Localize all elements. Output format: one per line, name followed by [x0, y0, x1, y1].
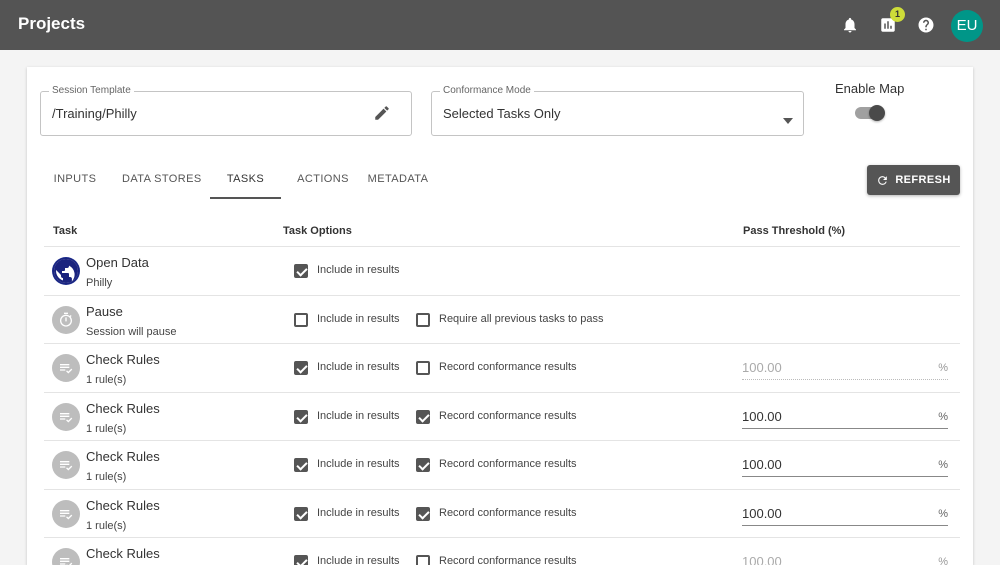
- refresh-button[interactable]: REFRESH: [867, 165, 960, 195]
- task-name: Open Data: [86, 255, 149, 270]
- task-name: Check Rules: [86, 546, 160, 561]
- pass-threshold-input[interactable]: 100.00 %: [742, 552, 948, 565]
- include-in-results-label: Include in results: [317, 458, 400, 470]
- rules-icon: [52, 451, 80, 479]
- enable-map-toggle[interactable]: [855, 105, 885, 121]
- pass-threshold-input[interactable]: 100.00 %: [742, 504, 948, 526]
- pass-threshold-value: 100.00: [742, 408, 782, 424]
- task-subtitle: 1 rule(s): [86, 374, 127, 386]
- percent-suffix: %: [938, 410, 948, 423]
- task-name: Check Rules: [86, 352, 160, 367]
- bell-icon[interactable]: [838, 13, 862, 37]
- task-name: Check Rules: [86, 497, 160, 513]
- table-row: Open Data Philly Include in results: [44, 246, 960, 295]
- task-name: Check Rules: [86, 400, 160, 416]
- table-row: Pause Session will pause Include in result…: [44, 294, 960, 344]
- tab-data-stores[interactable]: DATA STORES: [122, 165, 201, 199]
- refresh-icon: [878, 175, 888, 185]
- session-template-field[interactable]: Session Template /Training/Philly: [40, 85, 412, 136]
- percent-suffix: %: [938, 459, 948, 471]
- include-in-results-checkbox[interactable]: [294, 458, 308, 472]
- task-subtitle: 1 rule(s): [86, 519, 127, 532]
- task-name: Check Rules: [86, 449, 160, 464]
- col-options-header: Task Options: [283, 225, 352, 237]
- include-in-results-label: Include in results: [317, 506, 400, 519]
- pass-threshold-value: 100.00: [742, 554, 782, 565]
- task-table: Open Data Philly Include in results Pause Se…: [27, 246, 973, 565]
- task-subtitle: Session will pause: [86, 325, 177, 338]
- task-subtitle: 1 rule(s): [86, 422, 127, 435]
- include-in-results-label: Include in results: [317, 555, 400, 565]
- task-name: Pause: [86, 303, 123, 319]
- include-in-results-label: Include in results: [317, 264, 400, 276]
- rules-icon: [52, 402, 80, 431]
- tab-tasks[interactable]: TASKS: [210, 165, 281, 199]
- task-subtitle: 1 rule(s): [86, 471, 127, 483]
- table-header: Task Task Options Pass Threshold (%): [27, 225, 973, 247]
- option2-checkbox[interactable]: [416, 555, 430, 565]
- option2-label: Require all previous tasks to pass: [439, 312, 604, 325]
- option2-checkbox[interactable]: [416, 409, 430, 424]
- top-app-bar: Projects 1 EU: [0, 0, 1000, 50]
- pass-threshold-input[interactable]: 100.00 %: [742, 407, 948, 429]
- col-task-header: Task: [53, 225, 78, 237]
- include-in-results-checkbox[interactable]: [294, 506, 308, 521]
- option2-checkbox[interactable]: [416, 312, 430, 327]
- option2-label: Record conformance results: [439, 555, 577, 565]
- pass-threshold-input[interactable]: 100.00 %: [742, 358, 948, 380]
- option2-label: Record conformance results: [439, 361, 577, 373]
- tab-metadata[interactable]: METADATA: [366, 165, 430, 199]
- pass-threshold-value: 100.00: [742, 457, 782, 472]
- option2-checkbox[interactable]: [416, 458, 430, 472]
- option2-checkbox[interactable]: [416, 361, 430, 375]
- table-row: Check Rules 1 rule(s) Include in results Re…: [44, 343, 960, 392]
- refresh-label: REFRESH: [895, 174, 951, 186]
- enable-map-label: Enable Map: [835, 81, 905, 96]
- table-row: Check Rules 1 rule(s) Include in results Re…: [44, 391, 960, 441]
- include-in-results-checkbox[interactable]: [294, 312, 308, 327]
- rules-icon: [52, 499, 80, 528]
- conformance-mode-label: Conformance Mode: [440, 85, 534, 96]
- rules-icon: [52, 548, 80, 565]
- include-in-results-checkbox[interactable]: [294, 409, 308, 424]
- include-in-results-label: Include in results: [317, 312, 400, 325]
- include-in-results-checkbox[interactable]: [294, 555, 308, 565]
- session-card: Session Template /Training/Philly Confor…: [27, 67, 973, 565]
- table-row: Check Rules1 rule(s)Include in resultsRe…: [44, 537, 960, 565]
- include-in-results-label: Include in results: [317, 409, 400, 422]
- option2-checkbox[interactable]: [416, 506, 430, 521]
- globe-icon: [52, 257, 80, 285]
- percent-suffix: %: [938, 556, 948, 565]
- avatar[interactable]: EU: [951, 10, 983, 42]
- pencil-icon[interactable]: [373, 104, 391, 127]
- pass-threshold-value: 100.00: [742, 505, 782, 521]
- page-title: Projects: [18, 14, 86, 33]
- percent-suffix: %: [938, 507, 948, 520]
- include-in-results-checkbox[interactable]: [294, 361, 308, 375]
- conformance-mode-select[interactable]: Conformance Mode Selected Tasks Only: [431, 85, 804, 136]
- tab-actions[interactable]: ACTIONS: [294, 165, 352, 199]
- dropdown-arrow-icon[interactable]: [783, 111, 793, 129]
- tab-inputs[interactable]: INPUTS: [42, 165, 108, 199]
- session-template-label: Session Template: [49, 85, 134, 96]
- percent-suffix: %: [938, 362, 948, 374]
- task-subtitle: Philly: [86, 277, 113, 289]
- session-template-value: /Training/Philly: [52, 106, 137, 121]
- col-threshold-header: Pass Threshold (%): [743, 225, 846, 237]
- option2-label: Record conformance results: [439, 506, 577, 519]
- rules-icon: [52, 354, 80, 382]
- toggle-thumb: [869, 105, 885, 121]
- table-row: Check Rules 1 rule(s) Include in results Re…: [44, 440, 960, 489]
- pass-threshold-value: 100.00: [742, 360, 782, 375]
- table-row: Check Rules 1 rule(s) Include in results Re…: [44, 488, 960, 538]
- help-icon[interactable]: [914, 13, 938, 37]
- include-in-results-checkbox[interactable]: [294, 264, 308, 278]
- timer-icon: [52, 305, 80, 334]
- option2-label: Record conformance results: [439, 409, 577, 422]
- conformance-mode-value: Selected Tasks Only: [443, 106, 561, 121]
- pass-threshold-input[interactable]: 100.00 %: [742, 455, 948, 477]
- include-in-results-label: Include in results: [317, 361, 400, 373]
- notification-badge: 1: [890, 7, 905, 22]
- option2-label: Record conformance results: [439, 458, 577, 470]
